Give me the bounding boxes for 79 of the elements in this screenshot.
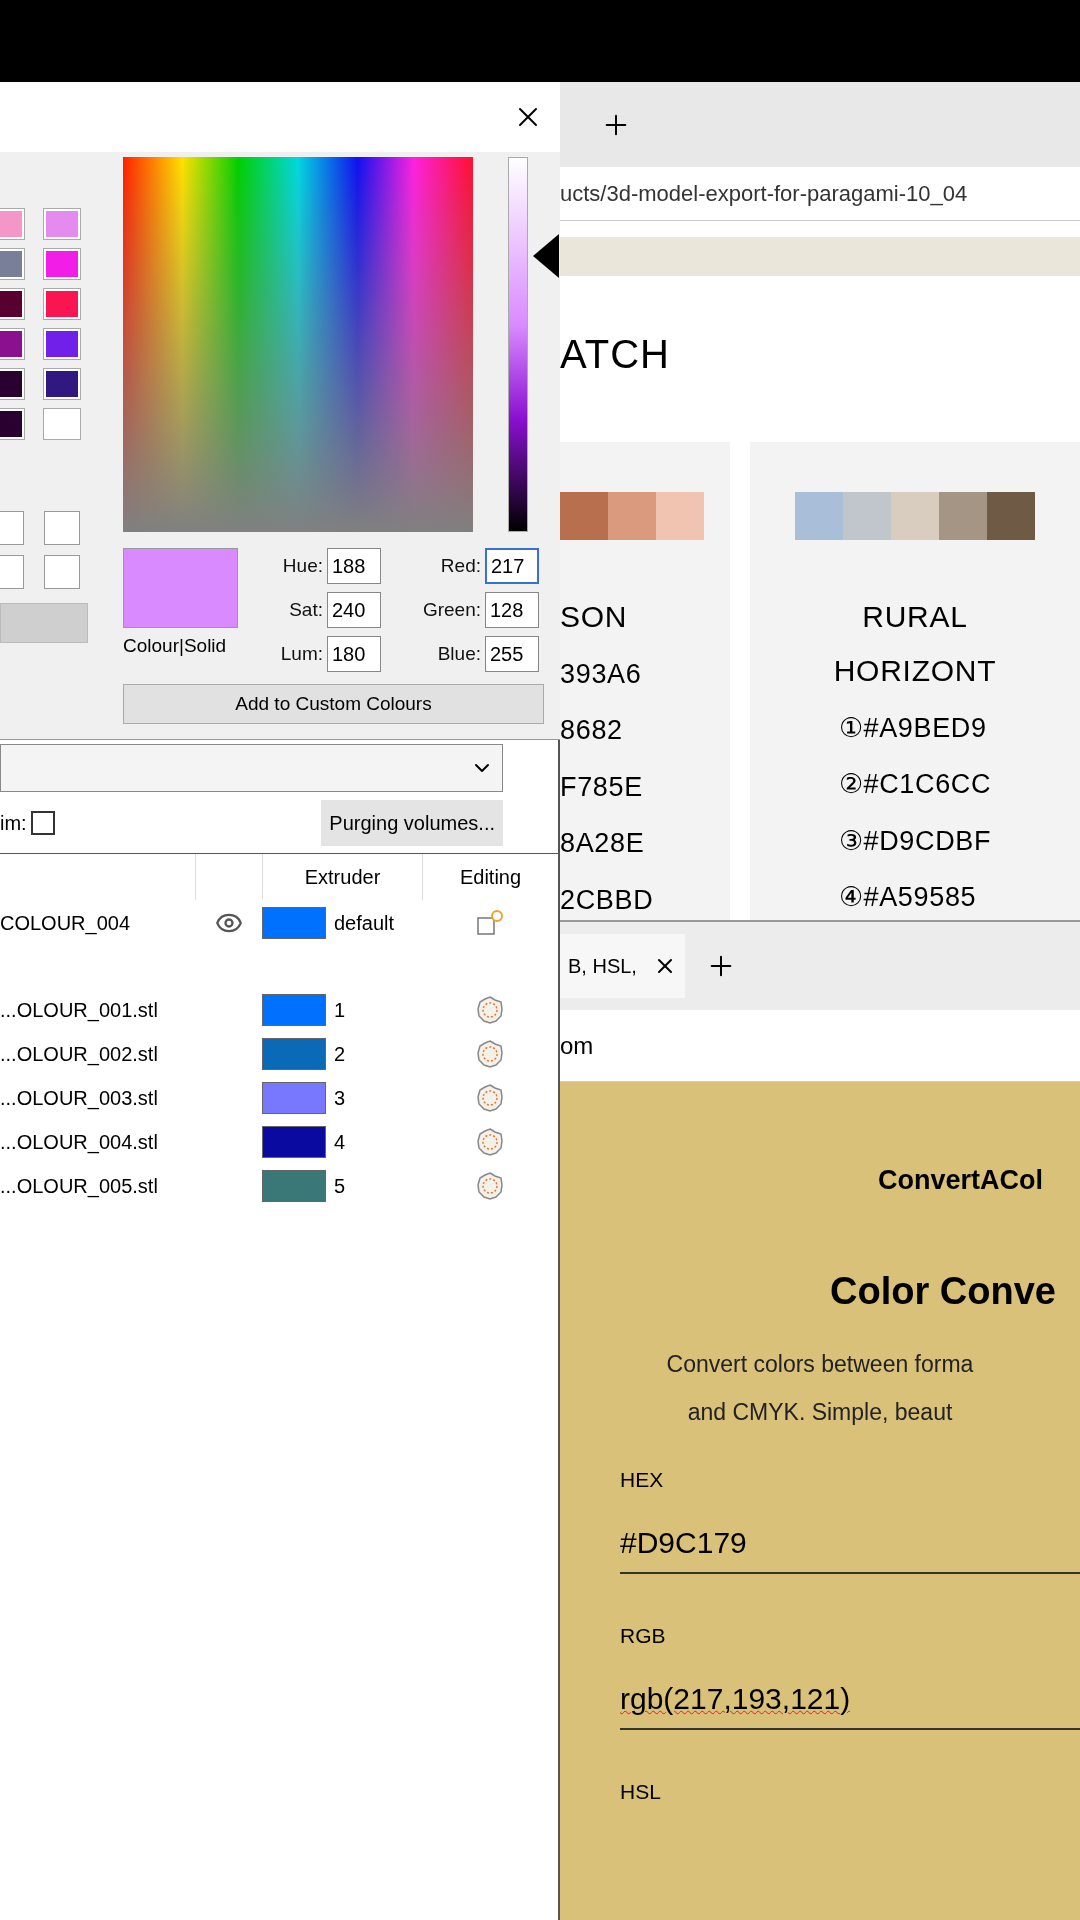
column-header: Extruder bbox=[262, 854, 422, 900]
colour-swatch[interactable] bbox=[44, 409, 80, 439]
number-field[interactable]: 180 bbox=[327, 636, 381, 672]
add-custom-colours-button[interactable]: Add to Custom Colours bbox=[123, 684, 544, 724]
number-field[interactable]: 240 bbox=[327, 592, 381, 628]
colour-input-field[interactable]: rgb(217,193,121) bbox=[620, 1669, 1080, 1730]
number-field[interactable]: 128 bbox=[485, 592, 539, 628]
colour-swatch[interactable] bbox=[44, 249, 80, 279]
field-label: HSL bbox=[620, 1778, 662, 1805]
url-text[interactable]: om bbox=[560, 1027, 594, 1064]
palette-name: SON bbox=[560, 598, 628, 635]
number-field[interactable]: 188 bbox=[327, 548, 381, 584]
colour-swatch[interactable] bbox=[0, 409, 24, 439]
hex-code: ③#D9CDBF bbox=[838, 824, 992, 858]
page-description: Convert colors between forma and CMYK. Simple, beaut bbox=[665, 1349, 975, 1427]
field-label: Hue: bbox=[282, 553, 323, 578]
extruder-number: 4 bbox=[334, 1130, 346, 1155]
colour-swatch[interactable] bbox=[0, 249, 24, 279]
hex-code: ①#A9BED9 bbox=[838, 711, 988, 745]
colour-input-field[interactable]: #D9C179 bbox=[620, 1513, 1080, 1574]
dropdown[interactable] bbox=[0, 744, 503, 792]
gear-icon[interactable] bbox=[476, 1040, 504, 1068]
extruder-number: 5 bbox=[334, 1174, 346, 1199]
field-label: Sat: bbox=[289, 597, 323, 622]
extruder-colour[interactable] bbox=[262, 1126, 326, 1158]
field-label: Blue: bbox=[437, 641, 481, 666]
extruder-number: default bbox=[334, 911, 395, 936]
site-logo[interactable]: ConvertACol bbox=[878, 1160, 1080, 1201]
object-name[interactable]: COLOUR_004 bbox=[0, 908, 195, 938]
field-label: Lum: bbox=[280, 641, 323, 666]
gear-icon[interactable] bbox=[476, 1172, 504, 1200]
gear-icon[interactable] bbox=[476, 1084, 504, 1112]
preview-label: Colour|Solid bbox=[123, 634, 228, 658]
gear-icon[interactable] bbox=[476, 996, 504, 1024]
colour-swatch[interactable] bbox=[44, 369, 80, 399]
checkbox[interactable] bbox=[30, 810, 55, 835]
hex-code: 2CBBD bbox=[560, 883, 654, 917]
purging-volumes-button[interactable]: Purging volumes... bbox=[321, 799, 503, 846]
browser-tab[interactable]: B, HSL, bbox=[560, 934, 685, 998]
colour-swatch[interactable] bbox=[0, 369, 24, 399]
hex-code: ④#A59585 bbox=[838, 881, 978, 914]
hex-code: 8A28E bbox=[560, 827, 646, 860]
colour-swatch[interactable] bbox=[0, 329, 24, 359]
extruder-number: 3 bbox=[334, 1086, 346, 1111]
object-name[interactable]: ...OLOUR_004.stl bbox=[0, 1127, 195, 1157]
field-label: HEX bbox=[620, 1466, 665, 1493]
object-name[interactable]: ...OLOUR_003.stl bbox=[0, 1083, 195, 1113]
field-label: Red: bbox=[440, 553, 481, 578]
custom-colour-slot[interactable] bbox=[0, 555, 24, 589]
colour-swatch[interactable] bbox=[0, 289, 24, 319]
field-label: Green: bbox=[422, 597, 481, 622]
page-title: Color Conve bbox=[830, 1268, 1057, 1314]
edit-settings-icon[interactable] bbox=[476, 909, 504, 937]
url-text[interactable]: ucts/3d-model-export-for-paragami-10_04 bbox=[560, 177, 968, 211]
column-header: Editing bbox=[422, 854, 558, 900]
object-name[interactable]: ...OLOUR_005.stl bbox=[0, 1171, 195, 1201]
custom-colour-slot[interactable] bbox=[44, 511, 80, 545]
page-heading: ATCH bbox=[560, 330, 671, 378]
colour-swatch[interactable] bbox=[0, 209, 24, 239]
hex-code: 393A6 bbox=[560, 657, 643, 691]
hex-code: 8682 bbox=[560, 714, 624, 747]
gear-icon[interactable] bbox=[476, 1128, 504, 1156]
object-name[interactable]: ...OLOUR_002.stl bbox=[0, 1039, 195, 1069]
custom-colour-slot[interactable] bbox=[0, 511, 24, 545]
field-label: RGB bbox=[620, 1622, 667, 1649]
colour-swatch[interactable] bbox=[44, 209, 80, 239]
colour-swatch[interactable] bbox=[44, 329, 80, 359]
palette-name: RURAL HORIZONT bbox=[832, 598, 998, 689]
tab-title: B, HSL, bbox=[568, 954, 637, 979]
custom-colour-slot[interactable] bbox=[44, 555, 80, 589]
number-field[interactable]: 217 bbox=[485, 548, 539, 584]
extruder-number: 2 bbox=[334, 1042, 346, 1067]
number-field[interactable]: 255 bbox=[485, 636, 539, 672]
object-name[interactable]: ...OLOUR_001.stl bbox=[0, 995, 195, 1025]
extruder-number: 1 bbox=[334, 998, 346, 1023]
wipe-label: im: bbox=[0, 810, 27, 836]
colour-swatch[interactable] bbox=[44, 289, 80, 319]
hex-code: F785E bbox=[560, 770, 644, 804]
hex-code: ②#C1C6CC bbox=[838, 768, 992, 801]
